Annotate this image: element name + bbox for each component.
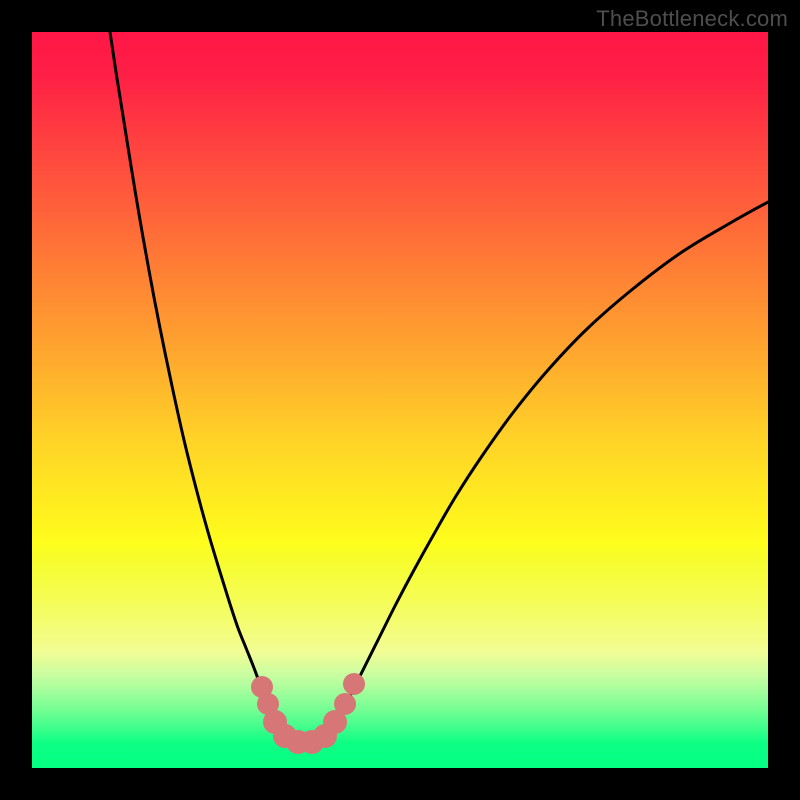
watermark-text: TheBottleneck.com <box>596 6 788 32</box>
bottleneck-chart <box>32 32 768 768</box>
valley-marker <box>334 693 356 715</box>
valley-marker <box>343 673 365 695</box>
plot-area <box>32 32 768 768</box>
bottleneck-curve <box>110 32 768 742</box>
chart-frame: TheBottleneck.com <box>0 0 800 800</box>
